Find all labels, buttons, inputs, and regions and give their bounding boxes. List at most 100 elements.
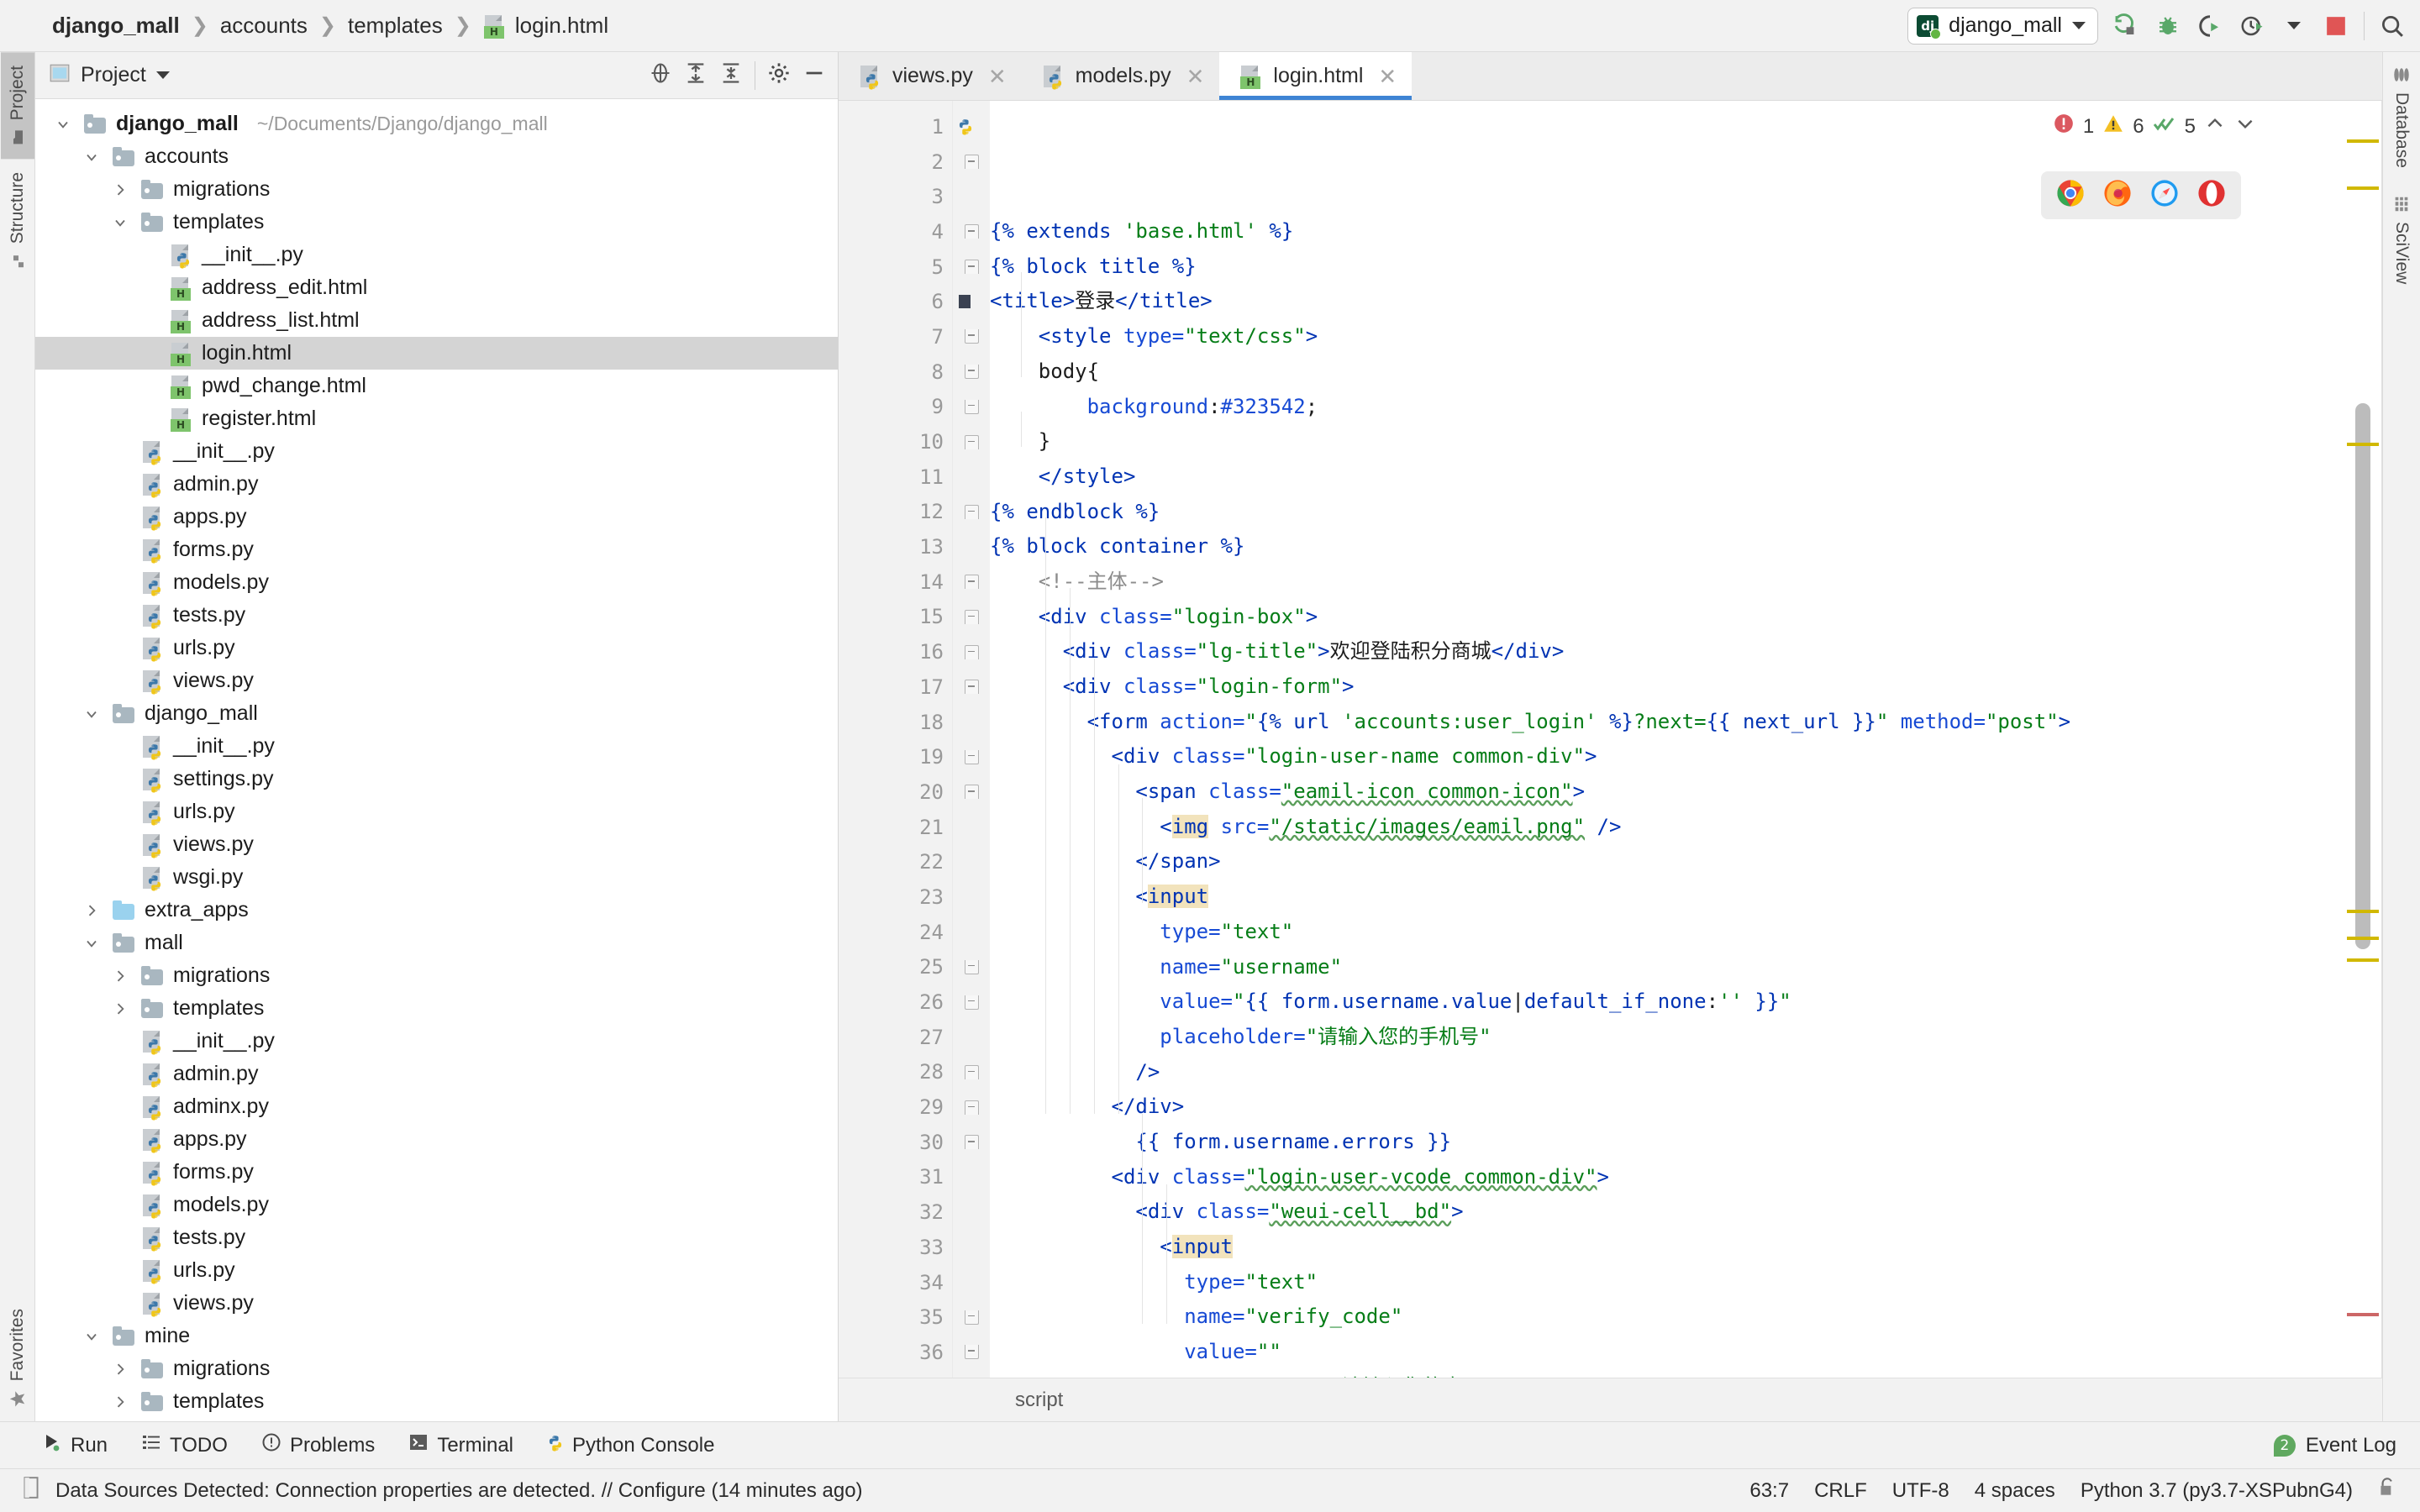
code-line[interactable]: <div class="lg-title">欢迎登陆积分商城</div> (990, 634, 2382, 669)
fold-region-start-icon[interactable] (964, 680, 979, 695)
fold-region-end-icon[interactable] (964, 1345, 979, 1360)
python-icon[interactable] (955, 117, 976, 137)
safari-icon[interactable] (2150, 179, 2179, 212)
chevron-right-icon[interactable] (109, 1394, 131, 1410)
tree-item-register-html[interactable]: Hregister.html (35, 402, 838, 435)
breadcrumb-item-accounts[interactable]: accounts (218, 13, 309, 39)
next-highlight-icon[interactable] (2234, 113, 2256, 140)
code-line[interactable]: /> (990, 1055, 2382, 1090)
fold-cell[interactable] (953, 1299, 990, 1335)
tree-item--init-py[interactable]: __init__.py (35, 1025, 838, 1058)
fold-cell[interactable] (953, 1089, 990, 1125)
code-line[interactable]: type="text" (990, 915, 2382, 950)
line-marker[interactable] (955, 291, 976, 312)
expand-all-icon[interactable] (684, 61, 708, 89)
tree-item-migrations[interactable]: migrations (35, 173, 838, 206)
rail-button-database[interactable]: Database (2385, 52, 2418, 181)
fold-region-end-icon[interactable] (964, 995, 979, 1010)
editor-scrollbar[interactable] (2344, 101, 2382, 1378)
line-number[interactable]: 24 (839, 915, 952, 950)
tree-item-adminx-py[interactable]: adminx.py (35, 1090, 838, 1123)
tree-item--init-py[interactable]: __init__.py (35, 730, 838, 763)
fold-cell[interactable] (953, 669, 990, 705)
line-number[interactable]: 16 (839, 634, 952, 669)
code-line[interactable]: <div class="login-user-name common-div"> (990, 739, 2382, 774)
tree-item-extra-apps[interactable]: extra_apps (35, 894, 838, 927)
line-number[interactable]: 9 (839, 390, 952, 425)
python-interpreter[interactable]: Python 3.7 (py3.7-XSPubnG4) (2081, 1479, 2353, 1503)
profile-dropdown-icon[interactable] (2280, 12, 2308, 40)
locate-icon[interactable] (649, 61, 672, 89)
gear-icon[interactable] (767, 61, 791, 89)
code-line[interactable]: </div> (990, 1089, 2382, 1125)
breadcrumb-item-django-mall[interactable]: django_mall (50, 13, 182, 39)
inspection-summary[interactable]: 1 6 5 (2053, 113, 2256, 140)
scrollbar-marker[interactable] (2347, 958, 2379, 962)
line-number[interactable]: 30 (839, 1125, 952, 1160)
fold-region-start-icon[interactable] (964, 434, 979, 449)
fold-region-start-icon[interactable] (964, 1135, 979, 1150)
code-line[interactable]: </style> (990, 459, 2382, 495)
tool-window-todo[interactable]: TODO (141, 1432, 228, 1458)
tree-item-templates[interactable]: templates (35, 1385, 838, 1418)
fold-region-end-icon[interactable] (964, 365, 979, 380)
file-encoding[interactable]: UTF-8 (1892, 1479, 1949, 1503)
line-number[interactable]: 10 (839, 424, 952, 459)
tree-item-mine[interactable]: mine (35, 1320, 838, 1352)
fold-region-end-icon[interactable] (964, 1310, 979, 1325)
lock-icon[interactable] (2378, 1477, 2396, 1504)
code-line[interactable]: type="text" (990, 1265, 2382, 1300)
close-icon[interactable]: ✕ (1378, 66, 1397, 87)
code-line[interactable]: <div class="login-box"> (990, 600, 2382, 635)
tree-item-urls-py[interactable]: urls.py (35, 1254, 838, 1287)
fold-cell[interactable] (953, 1335, 990, 1370)
tree-item-login-html[interactable]: Hlogin.html (35, 337, 838, 370)
run-configuration-selector[interactable]: dj django_mall (1907, 7, 2098, 45)
line-number[interactable]: 12 (839, 495, 952, 530)
line-number[interactable]: 35 (839, 1299, 952, 1335)
tree-item-accounts[interactable]: accounts (35, 140, 838, 173)
fold-region-start-icon[interactable] (964, 155, 979, 170)
fold-cell[interactable] (953, 1125, 990, 1160)
project-view-dropdown-icon[interactable] (155, 71, 170, 79)
line-number[interactable]: 25 (839, 950, 952, 985)
tree-item-views-py[interactable]: views.py (35, 1287, 838, 1320)
chevron-right-icon[interactable] (109, 968, 131, 984)
line-number[interactable]: 27 (839, 1020, 952, 1055)
fold-cell[interactable] (953, 319, 990, 354)
rail-button-structure[interactable]: Structure (1, 159, 34, 282)
chevron-down-icon[interactable] (81, 1328, 103, 1345)
line-number[interactable]: 17 (839, 669, 952, 705)
fold-cell[interactable] (953, 564, 990, 600)
close-icon[interactable]: ✕ (1186, 66, 1205, 87)
line-separator[interactable]: CRLF (1814, 1479, 1867, 1503)
line-number[interactable]: 28 (839, 1055, 952, 1090)
fold-region-start-icon[interactable] (964, 644, 979, 659)
tree-item-wsgi-py[interactable]: wsgi.py (35, 861, 838, 894)
hide-panel-icon[interactable] (802, 61, 826, 89)
line-number[interactable]: 7 (839, 319, 952, 354)
project-tree[interactable]: django_mall ~/Documents/Django/django_mal… (35, 99, 838, 1421)
tree-item-django-mall[interactable]: django_mall ~/Documents/Django/django_mal… (35, 108, 838, 140)
line-number[interactable]: 6 (839, 284, 971, 319)
code-line[interactable]: <style type="text/css"> (990, 319, 2382, 354)
rail-button-favorites[interactable]: Favorites (1, 1295, 34, 1421)
fold-cell[interactable] (953, 144, 990, 180)
code-line[interactable]: value="" (990, 1335, 2382, 1370)
chevron-right-icon[interactable] (109, 1000, 131, 1017)
tree-item-forms-py[interactable]: forms.py (35, 1156, 838, 1189)
code-line[interactable]: <input (990, 879, 2382, 915)
line-number[interactable]: 1 (839, 109, 972, 144)
fold-cell[interactable] (953, 249, 990, 285)
line-number[interactable]: 32 (839, 1194, 952, 1230)
code-line[interactable]: {% block title %} (990, 249, 2382, 285)
close-icon[interactable]: ✕ (988, 66, 1007, 87)
fold-cell[interactable] (953, 634, 990, 669)
fold-region-end-icon[interactable] (964, 959, 979, 974)
fold-region-start-icon[interactable] (964, 575, 979, 590)
line-number[interactable]: 33 (839, 1230, 952, 1265)
code-line[interactable]: <span class="eamil-icon common-icon"> (990, 774, 2382, 810)
chevron-down-icon[interactable] (81, 149, 103, 165)
code-line[interactable]: {{ form.username.errors }} (990, 1125, 2382, 1160)
code-content[interactable]: {% extends 'base.html' %} {% block title … (990, 101, 2382, 1378)
